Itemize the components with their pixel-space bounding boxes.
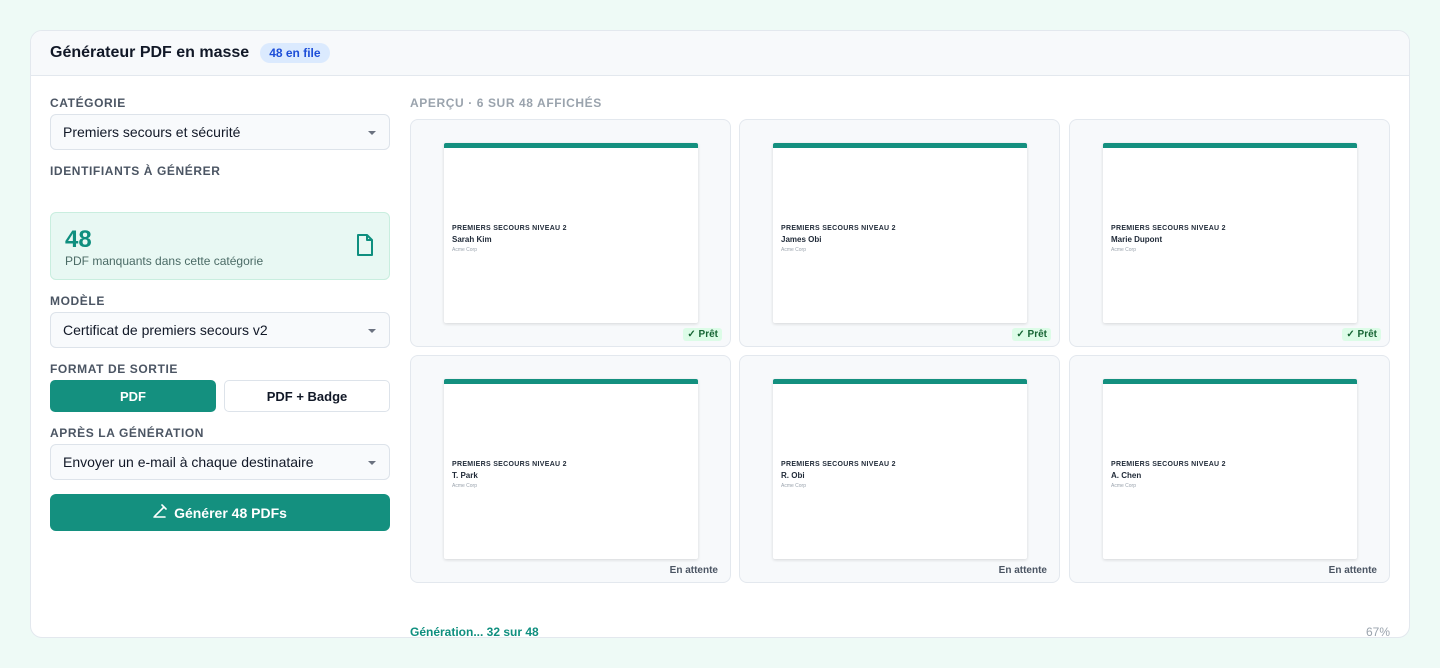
certificate-recipient: T. Park xyxy=(452,471,478,480)
certificate-organization: Acme Corp xyxy=(452,483,478,489)
preview-panel: APERÇU · 6 SUR 48 AFFICHÉS PREMIERS SECO… xyxy=(410,76,1390,638)
status-badge: En attente xyxy=(1328,565,1377,576)
preview-card[interactable]: PREMIERS SECOURS NIVEAU 2 A. Chen Acme C… xyxy=(1069,355,1390,583)
certificate-organization: Acme Corp xyxy=(781,483,807,489)
certificate-preview: PREMIERS SECOURS NIVEAU 2 A. Chen Acme C… xyxy=(1103,379,1357,559)
panel-header: Générateur PDF en masse 48 en file xyxy=(31,31,1409,76)
category-select-value: Premiers secours et sécurité xyxy=(63,124,241,140)
generate-button-label: Générer 48 PDFs xyxy=(174,504,287,521)
after-generation-select[interactable]: Envoyer un e-mail à chaque destinataire xyxy=(50,444,390,480)
certificate-preview: PREMIERS SECOURS NIVEAU 2 T. Park Acme C… xyxy=(444,379,698,559)
certificate-course: PREMIERS SECOURS NIVEAU 2 xyxy=(452,461,567,468)
category-label: CATÉGORIE xyxy=(50,96,126,110)
bulk-pdf-generator-panel: Générateur PDF en masse 48 en file CATÉG… xyxy=(30,30,1410,638)
chevron-down-icon xyxy=(368,461,376,465)
queue-count-badge: 48 en file xyxy=(260,43,330,63)
format-pdf-badge-button[interactable]: PDF + Badge xyxy=(224,380,390,412)
certificate-recipient: Sarah Kim xyxy=(452,235,492,244)
preview-card[interactable]: PREMIERS SECOURS NIVEAU 2 James Obi Acme… xyxy=(739,119,1060,347)
certificate-recipient: A. Chen xyxy=(1111,471,1142,480)
status-badge: ✓ Prêt xyxy=(1012,328,1051,341)
preview-card[interactable]: PREMIERS SECOURS NIVEAU 2 R. Obi Acme Co… xyxy=(739,355,1060,583)
certificate-preview: PREMIERS SECOURS NIVEAU 2 James Obi Acme… xyxy=(773,143,1027,323)
certificate-course: PREMIERS SECOURS NIVEAU 2 xyxy=(1111,461,1226,468)
progress-label: Génération... 32 sur 48 xyxy=(410,625,539,638)
chevron-down-icon xyxy=(368,329,376,333)
missing-count: 48 xyxy=(65,226,92,253)
after-generation-select-value: Envoyer un e-mail à chaque destinataire xyxy=(63,454,314,470)
after-generation-label: APRÈS LA GÉNÉRATION xyxy=(50,426,205,440)
certificate-course: PREMIERS SECOURS NIVEAU 2 xyxy=(452,225,567,232)
certificate-organization: Acme Corp xyxy=(452,247,478,253)
preview-card[interactable]: PREMIERS SECOURS NIVEAU 2 T. Park Acme C… xyxy=(410,355,731,583)
status-badge: En attente xyxy=(998,565,1047,576)
status-badge: En attente xyxy=(669,565,718,576)
certificate-course: PREMIERS SECOURS NIVEAU 2 xyxy=(781,225,896,232)
status-badge: ✓ Prêt xyxy=(1342,328,1381,341)
certificate-recipient: R. Obi xyxy=(781,471,805,480)
preview-label: APERÇU · 6 SUR 48 AFFICHÉS xyxy=(410,96,602,110)
certificate-preview: PREMIERS SECOURS NIVEAU 2 Marie Dupont A… xyxy=(1103,143,1357,323)
template-select[interactable]: Certificat de premiers secours v2 xyxy=(50,312,390,348)
chevron-down-icon xyxy=(368,131,376,135)
status-badge: ✓ Prêt xyxy=(683,328,722,341)
certificate-course: PREMIERS SECOURS NIVEAU 2 xyxy=(1111,225,1226,232)
preview-card[interactable]: PREMIERS SECOURS NIVEAU 2 Marie Dupont A… xyxy=(1069,119,1390,347)
certificate-preview: PREMIERS SECOURS NIVEAU 2 Sarah Kim Acme… xyxy=(444,143,698,323)
missing-description: PDF manquants dans cette catégorie xyxy=(65,254,264,268)
certificate-preview: PREMIERS SECOURS NIVEAU 2 R. Obi Acme Co… xyxy=(773,379,1027,559)
template-select-value: Certificat de premiers secours v2 xyxy=(63,322,268,338)
certificate-organization: Acme Corp xyxy=(1111,483,1137,489)
pen-icon xyxy=(153,504,167,521)
template-label: MODÈLE xyxy=(50,294,105,308)
generate-pdfs-button[interactable]: Générer 48 PDFs xyxy=(50,494,390,531)
preview-card[interactable]: PREMIERS SECOURS NIVEAU 2 Sarah Kim Acme… xyxy=(410,119,731,347)
certificate-recipient: Marie Dupont xyxy=(1111,235,1163,244)
certificate-organization: Acme Corp xyxy=(1111,247,1137,253)
format-pdf-button[interactable]: PDF xyxy=(50,380,216,412)
category-select[interactable]: Premiers secours et sécurité xyxy=(50,114,390,150)
certificate-organization: Acme Corp xyxy=(781,247,807,253)
certificate-course: PREMIERS SECOURS NIVEAU 2 xyxy=(781,461,896,468)
identifiers-label: IDENTIFIANTS À GÉNÉRER xyxy=(50,164,221,178)
certificate-recipient: James Obi xyxy=(781,235,822,244)
missing-identifiers-summary: 48 PDF manquants dans cette catégorie xyxy=(50,212,390,280)
output-format-label: FORMAT DE SORTIE xyxy=(50,362,179,376)
page-title: Générateur PDF en masse xyxy=(50,44,250,61)
progress-percent: 67% xyxy=(1365,625,1390,638)
file-icon xyxy=(354,233,376,257)
